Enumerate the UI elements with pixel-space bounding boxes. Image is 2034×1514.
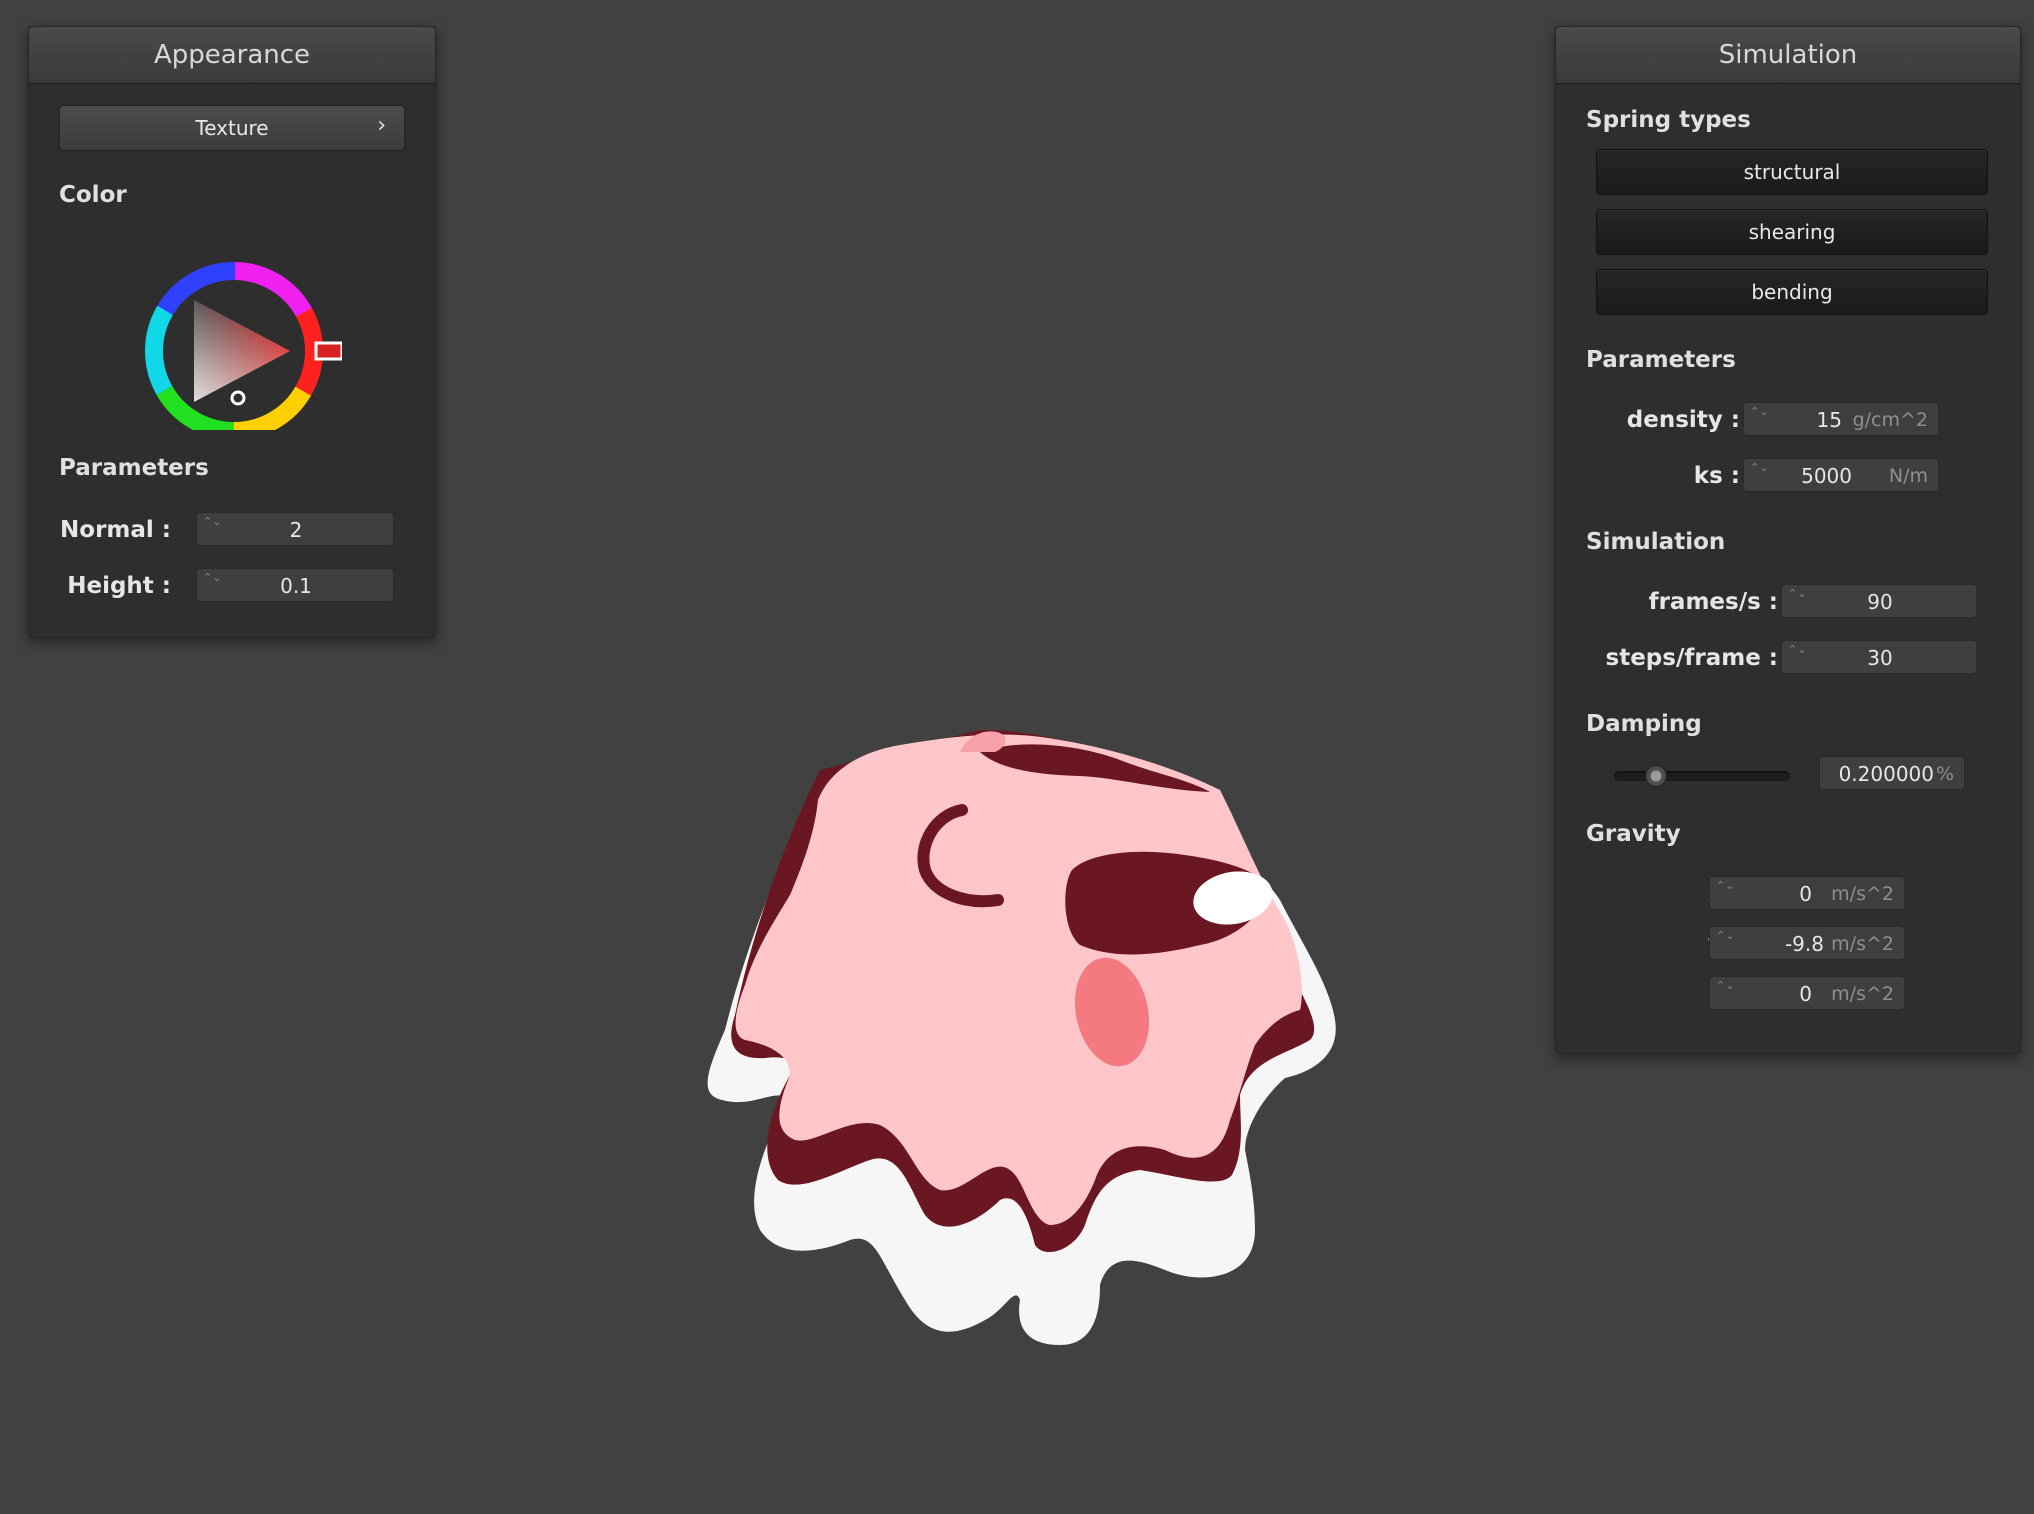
spinner-icon[interactable]: ⌃⌄ bbox=[1750, 461, 1768, 489]
gravity-x-value: 0 bbox=[1799, 882, 1812, 906]
density-label: density : bbox=[1626, 407, 1740, 433]
gravity-z-value: 0 bbox=[1799, 982, 1812, 1006]
spring-types-label: Spring types bbox=[1586, 107, 1751, 133]
density-unit: g/cm^2 bbox=[1852, 409, 1928, 431]
damping-unit: % bbox=[1935, 763, 1954, 785]
gravity-x-unit: m/s^2 bbox=[1831, 883, 1894, 905]
structural-toggle-button[interactable]: structural bbox=[1596, 149, 1988, 195]
steps-input[interactable]: ⌃⌄ 30 bbox=[1781, 640, 1977, 674]
damping-input[interactable]: 0.200000 % bbox=[1819, 756, 1965, 790]
fps-value: 90 bbox=[1867, 590, 1893, 614]
gravity-y-input[interactable]: ⌃⌄ -9.8 m/s^2 bbox=[1709, 926, 1905, 960]
appearance-parameters-label: Parameters bbox=[59, 455, 209, 481]
damping-slider-knob[interactable] bbox=[1645, 765, 1668, 787]
spinner-icon[interactable]: ⌃⌄ bbox=[1750, 405, 1768, 433]
simulation-parameters-label: Parameters bbox=[1586, 347, 1736, 373]
gravity-z-input[interactable]: ⌃⌄ 0 m/s^2 bbox=[1709, 976, 1905, 1010]
gravity-x-input[interactable]: ⌃⌄ 0 m/s^2 bbox=[1709, 876, 1905, 910]
ks-label: ks : bbox=[1693, 463, 1740, 489]
spinner-icon[interactable]: ⌃⌄ bbox=[1716, 879, 1734, 907]
simulation-panel-title[interactable]: Simulation bbox=[1556, 27, 2020, 84]
fps-label: frames/s : bbox=[1648, 589, 1778, 615]
color-section-label: Color bbox=[59, 182, 127, 208]
ks-value: 5000 bbox=[1801, 464, 1852, 488]
steps-value: 30 bbox=[1867, 646, 1893, 670]
appearance-panel-title[interactable]: Appearance bbox=[29, 27, 435, 84]
texture-button[interactable]: Texture › bbox=[59, 105, 405, 151]
hue-selector-handle bbox=[314, 341, 342, 361]
damping-slider-track bbox=[1614, 771, 1790, 781]
damping-value: 0.200000 bbox=[1838, 762, 1934, 786]
bending-toggle-button[interactable]: bending bbox=[1596, 269, 1988, 315]
gravity-z-unit: m/s^2 bbox=[1831, 983, 1894, 1005]
color-wheel[interactable] bbox=[142, 230, 342, 430]
height-value: 0.1 bbox=[280, 574, 312, 598]
gravity-y-value: -9.8 bbox=[1784, 932, 1824, 956]
spinner-icon[interactable]: ⌃⌄ bbox=[1716, 929, 1734, 957]
damping-slider[interactable] bbox=[1614, 763, 1790, 789]
normal-value: 2 bbox=[289, 518, 303, 542]
fps-input[interactable]: ⌃⌄ 90 bbox=[1781, 584, 1977, 618]
color-selector-handle bbox=[230, 390, 246, 406]
gravity-y-unit: m/s^2 bbox=[1831, 933, 1894, 955]
height-label: Height : bbox=[67, 573, 171, 599]
spinner-icon[interactable]: ⌃⌄ bbox=[1716, 979, 1734, 1007]
steps-label: steps/frame : bbox=[1605, 645, 1778, 671]
chevron-right-icon: › bbox=[377, 113, 386, 138]
simulation-panel: Simulation Spring types structural shear… bbox=[1555, 26, 2021, 1054]
appearance-panel: Appearance Texture › Color Parameters No… bbox=[28, 26, 436, 638]
texture-button-label: Texture bbox=[195, 116, 269, 140]
density-input[interactable]: ⌃⌄ 15 g/cm^2 bbox=[1743, 402, 1939, 436]
height-input[interactable]: ⌃⌄ 0.1 bbox=[196, 568, 394, 602]
ks-unit: N/m bbox=[1888, 465, 1928, 487]
normal-label: Normal : bbox=[60, 517, 171, 543]
shearing-toggle-button[interactable]: shearing bbox=[1596, 209, 1988, 255]
simulation-section-label: Simulation bbox=[1586, 529, 1726, 555]
damping-label: Damping bbox=[1586, 711, 1702, 737]
ks-input[interactable]: ⌃⌄ 5000 N/m bbox=[1743, 458, 1939, 492]
gravity-label: Gravity bbox=[1586, 821, 1681, 847]
density-value: 15 bbox=[1816, 408, 1842, 432]
3d-viewport[interactable]: Appearance Texture › Color Parameters No… bbox=[0, 0, 2034, 1514]
normal-input[interactable]: ⌃⌄ 2 bbox=[196, 512, 394, 546]
saturation-triangle-white bbox=[194, 300, 290, 402]
